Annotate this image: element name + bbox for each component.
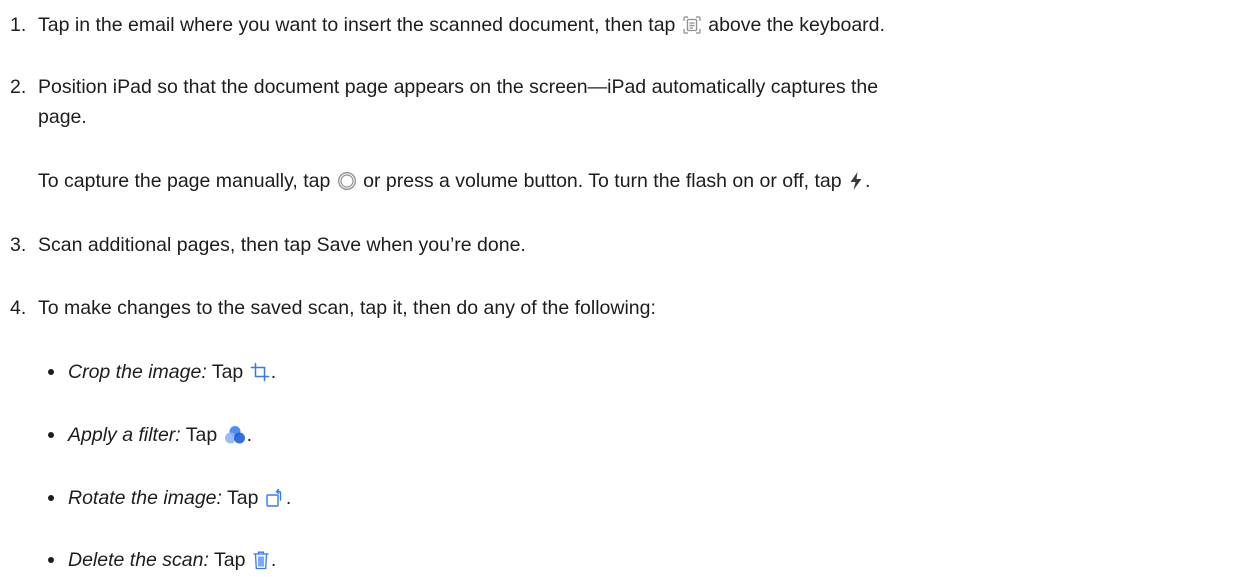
step-text: Tap in the email where you want to inser… — [38, 14, 681, 36]
bullet-end: . — [270, 549, 277, 571]
bullet-text: Tap — [180, 424, 223, 446]
step-2-note: To capture the page manually, tap or pre… — [38, 166, 1238, 196]
step-text-cont: page. — [38, 106, 87, 128]
scan-document-icon — [682, 15, 702, 35]
bullet-end: . — [270, 361, 277, 383]
step-text: Scan additional pages, then tap Save whe… — [38, 234, 526, 256]
note-text: To capture the page manually, tap — [38, 170, 336, 192]
rotate-icon — [265, 488, 285, 508]
bullet-label: Rotate the image: — [68, 487, 222, 509]
bullet-text: Tap — [206, 361, 249, 383]
list-item-filter: Apply a filter: Tap . — [48, 420, 1198, 450]
bullet-text: Tap — [208, 549, 251, 571]
filter-icon — [224, 425, 246, 445]
note-text-end: . — [864, 170, 871, 192]
shutter-icon — [337, 171, 357, 191]
step-1: 1. Tap in the email where you want to in… — [0, 10, 1242, 40]
document-page: 1. Tap in the email where you want to in… — [0, 0, 1242, 577]
list-item-delete: Delete the scan: Tap . — [48, 545, 1198, 575]
flash-icon — [848, 171, 864, 191]
bullet-label: Delete the scan: — [68, 549, 209, 571]
list-item-rotate: Rotate the image: Tap . — [48, 483, 1198, 513]
step-number: 1. — [10, 14, 27, 36]
step-2: 2. Position iPad so that the document pa… — [0, 72, 1242, 132]
step-number: 2. — [10, 76, 27, 98]
step-text: Position iPad so that the document page … — [38, 76, 879, 98]
step-text: To make changes to the saved scan, tap i… — [38, 297, 656, 319]
bullet-dot — [48, 369, 54, 375]
trash-icon — [252, 550, 270, 570]
step-number: 4. — [10, 297, 27, 319]
bullet-text: Tap — [221, 487, 264, 509]
bullet-label: Apply a filter: — [68, 424, 181, 446]
note-text-mid: or press a volume button. To turn the fl… — [357, 170, 847, 192]
bullet-end: . — [246, 424, 253, 446]
bullet-end: . — [285, 487, 292, 509]
step-3: 3. Scan additional pages, then tap Save … — [0, 230, 1242, 260]
step-text-end: above the keyboard. — [702, 14, 885, 36]
step-number: 3. — [10, 234, 27, 256]
bullet-dot — [48, 557, 54, 563]
bullet-dot — [48, 495, 54, 501]
step-4: 4. To make changes to the saved scan, ta… — [0, 293, 1242, 323]
list-item-crop: Crop the image: Tap . — [48, 357, 1198, 387]
crop-icon — [250, 362, 270, 382]
bullet-dot — [48, 432, 54, 438]
bullet-label: Crop the image: — [68, 361, 207, 383]
